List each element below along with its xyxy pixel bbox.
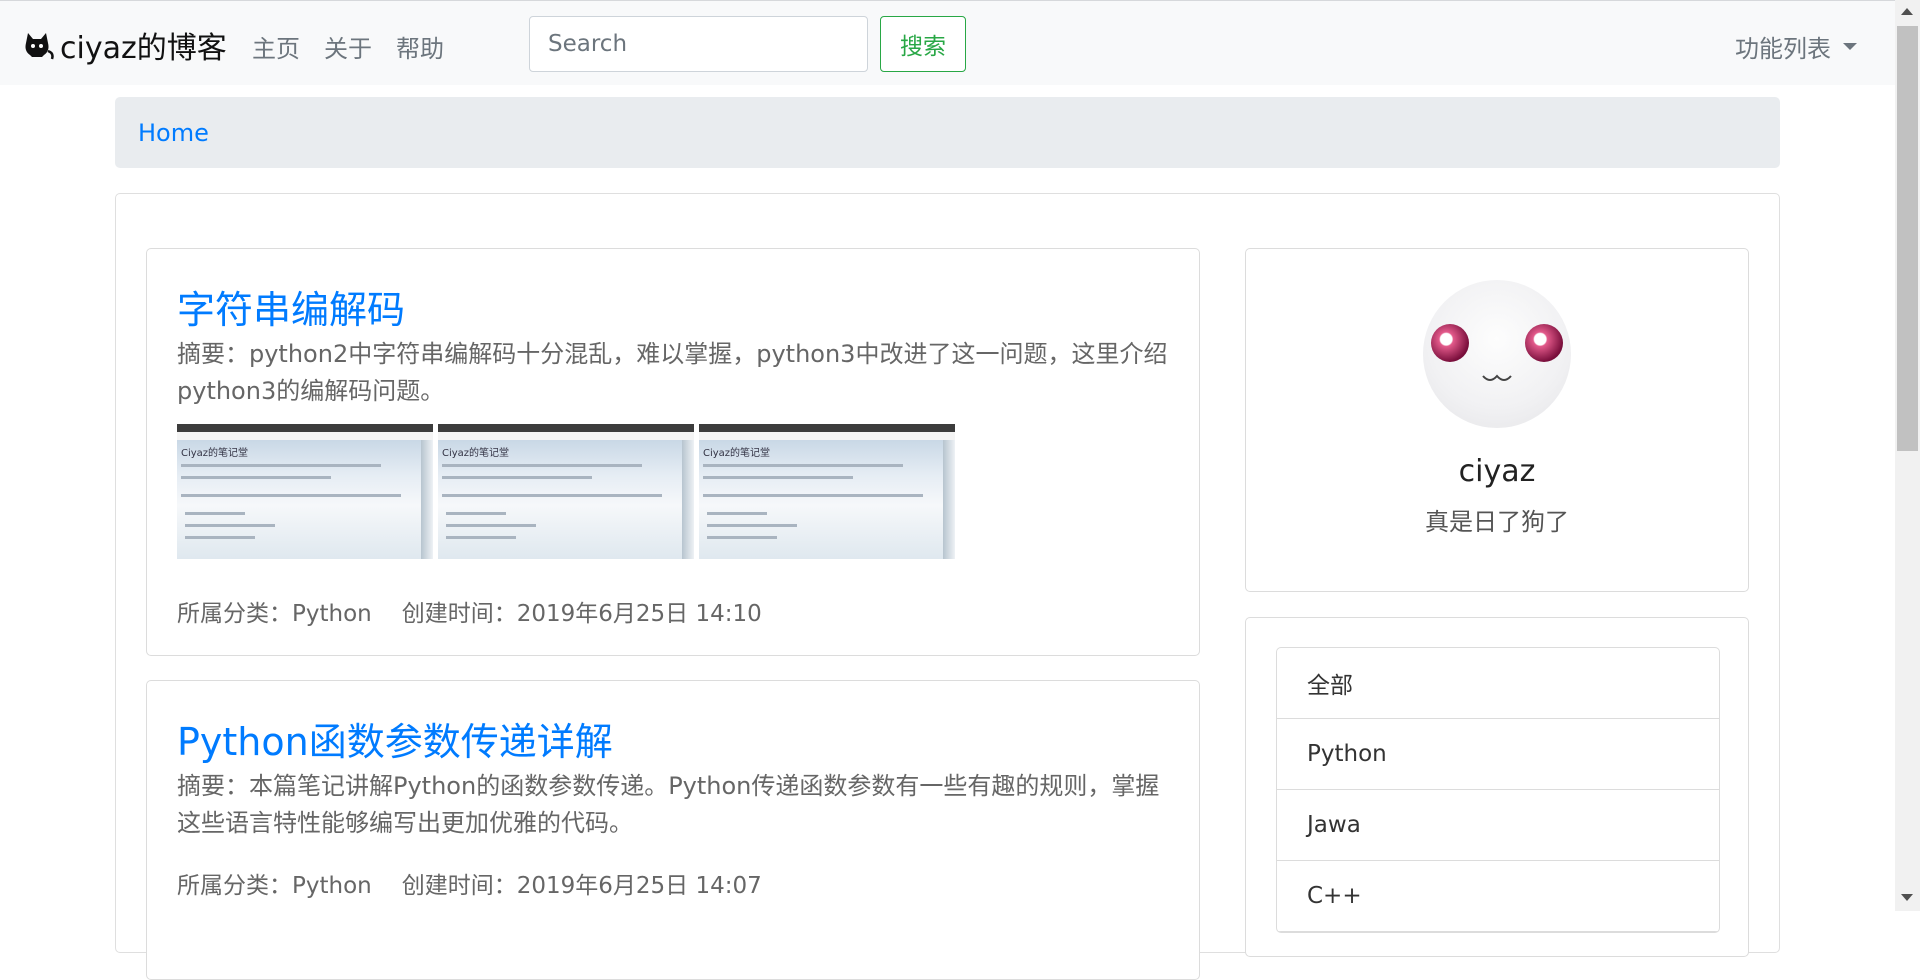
post-thumbnail[interactable]: Ciyaz的笔记堂: [177, 424, 433, 559]
post-card: 字符串编解码 摘要：python2中字符串编解码十分混乱，难以掌握，python…: [146, 248, 1200, 656]
category-card: 全部 Python Jawa C++: [1245, 617, 1749, 957]
post-card: Python函数参数传递详解 摘要：本篇笔记讲解Python的函数参数传递。Py…: [146, 680, 1200, 980]
profile-card: ciyaz 真是日了狗了: [1245, 248, 1749, 592]
post-title[interactable]: 字符串编解码: [177, 279, 405, 334]
caret-down-icon: [1843, 43, 1857, 50]
scroll-down-arrow-icon[interactable]: [1901, 894, 1913, 901]
post-created-time: 创建时间：2019年6月25日 14:10: [401, 601, 762, 627]
post-thumbnail[interactable]: Ciyaz的笔记堂: [438, 424, 694, 559]
category-list: 全部 Python Jawa C++: [1276, 647, 1720, 933]
profile-motto: 真是日了狗了: [1425, 508, 1569, 536]
search-input[interactable]: [529, 16, 868, 72]
post-summary: 摘要：python2中字符串编解码十分混乱，难以掌握，python3中改进了这一…: [177, 340, 1168, 405]
category-item-python[interactable]: Python: [1277, 719, 1719, 790]
category-item-cpp[interactable]: C++: [1277, 861, 1719, 932]
post-category: 所属分类：Python: [177, 601, 372, 627]
navbar: ciyaz的博客 主页 关于 帮助 搜索 功能列表: [0, 0, 1895, 85]
post-thumbnails: Ciyaz的笔记堂 Ciyaz的笔记堂 Ciyaz的笔记堂: [177, 424, 960, 559]
post-meta: 所属分类：Python 创建时间：2019年6月25日 14:10: [177, 594, 762, 628]
profile-name: ciyaz: [1458, 454, 1536, 489]
feature-list-dropdown[interactable]: 功能列表: [1735, 29, 1857, 64]
category-item-all[interactable]: 全部: [1277, 648, 1719, 719]
nav-link-about[interactable]: 关于: [324, 29, 372, 64]
category-item-jawa[interactable]: Jawa: [1277, 790, 1719, 861]
dropdown-label: 功能列表: [1735, 35, 1831, 63]
post-created-time: 创建时间：2019年6月25日 14:07: [401, 873, 762, 899]
scroll-up-arrow-icon[interactable]: [1901, 8, 1913, 15]
cat-icon: [25, 33, 54, 60]
thumbnail-caption: Ciyaz的笔记堂: [442, 448, 510, 459]
nav-link-help[interactable]: 帮助: [396, 29, 444, 64]
scrollbar-thumb[interactable]: [1897, 26, 1918, 451]
nav-link-home[interactable]: 主页: [252, 29, 300, 64]
brand-title: ciyaz的博客: [60, 31, 227, 66]
post-title[interactable]: Python函数参数传递详解: [177, 711, 613, 766]
breadcrumb: Home: [115, 97, 1780, 168]
thumbnail-caption: Ciyaz的笔记堂: [703, 448, 771, 459]
search-button[interactable]: 搜索: [880, 16, 966, 72]
post-meta: 所属分类：Python 创建时间：2019年6月25日 14:07: [177, 866, 762, 900]
avatar: [1423, 280, 1571, 428]
post-thumbnail[interactable]: Ciyaz的笔记堂: [699, 424, 955, 559]
post-summary: 摘要：本篇笔记讲解Python的函数参数传递。Python传递函数参数有一些有趣…: [177, 772, 1160, 837]
brand[interactable]: ciyaz的博客: [22, 25, 227, 66]
post-category: 所属分类：Python: [177, 873, 372, 899]
scrollbar[interactable]: [1895, 0, 1920, 911]
breadcrumb-home-link[interactable]: Home: [138, 119, 209, 147]
thumbnail-caption: Ciyaz的笔记堂: [181, 448, 249, 459]
